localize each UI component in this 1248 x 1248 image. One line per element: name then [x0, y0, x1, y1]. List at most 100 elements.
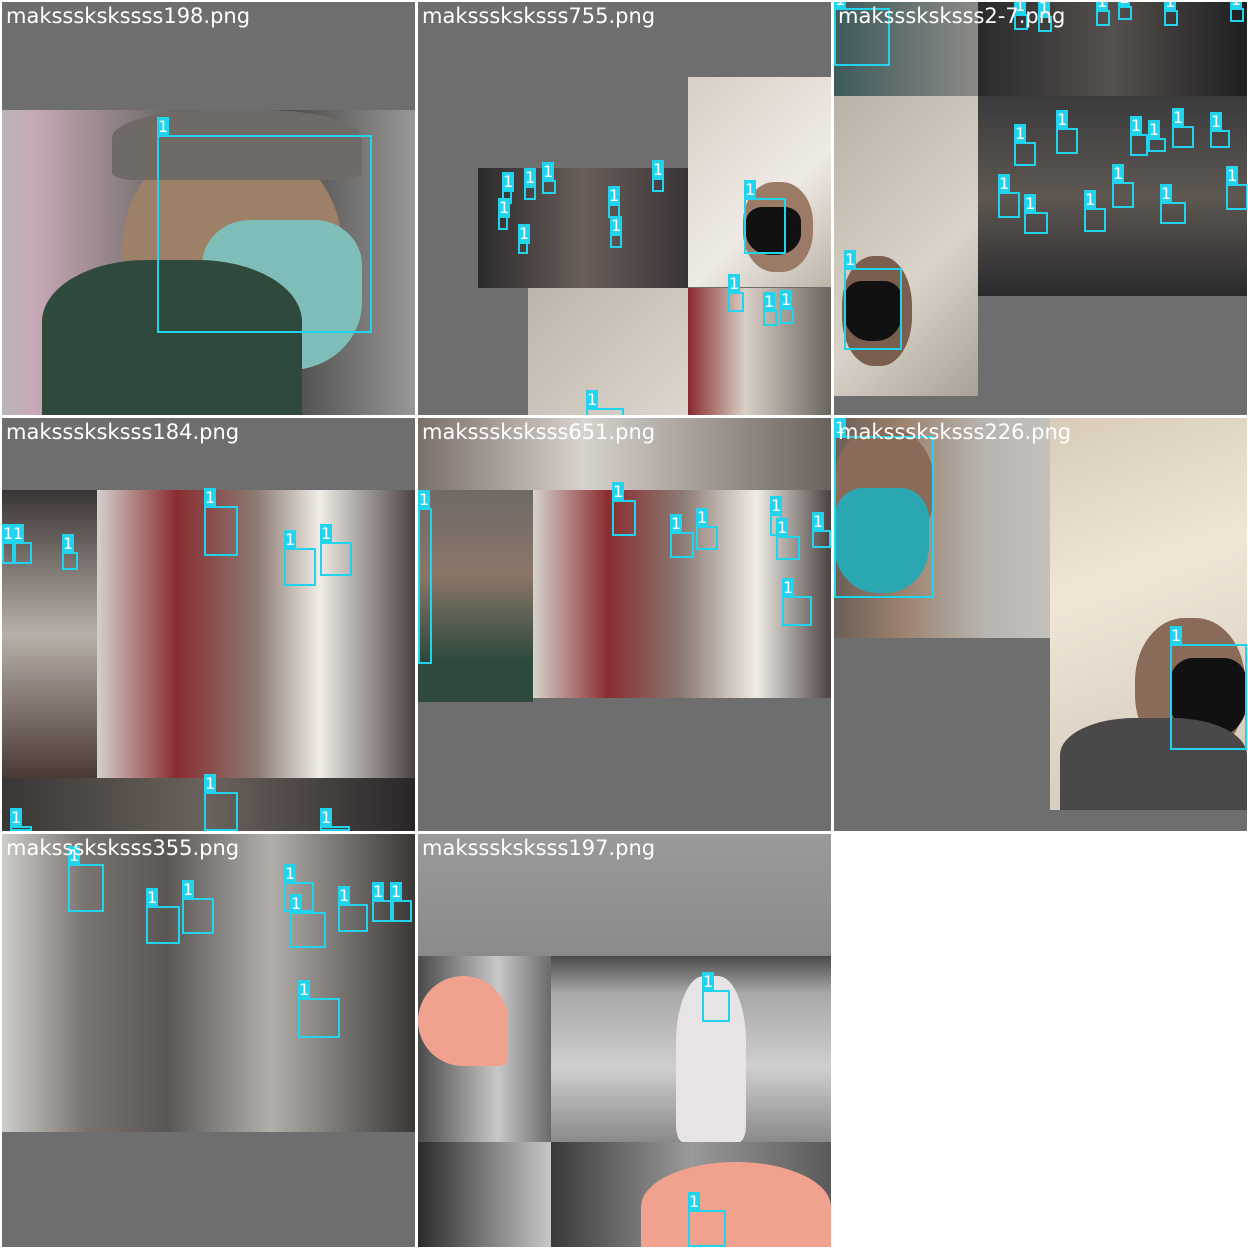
- detection-box: 1: [586, 390, 624, 415]
- detection-box: 1: [1170, 626, 1247, 750]
- class-label: 1: [284, 530, 297, 550]
- class-label: 1: [284, 864, 297, 884]
- class-label: 1: [1226, 166, 1239, 186]
- class-label: 1: [812, 512, 825, 532]
- class-label: 1: [696, 508, 709, 528]
- detection-box: 1: [670, 514, 694, 558]
- detection-box: 1: [284, 530, 316, 586]
- detection-box: 1: [1172, 108, 1194, 148]
- detection-box: 1: [1096, 2, 1110, 26]
- class-label: 1: [670, 514, 683, 534]
- class-label: 1: [586, 390, 599, 410]
- class-label: 1: [204, 488, 217, 508]
- class-label: 1: [518, 224, 531, 244]
- detection-box: 1: [182, 880, 214, 934]
- class-label: 1: [338, 886, 351, 906]
- detection-box: 1: [1230, 2, 1244, 22]
- class-label: 1: [390, 882, 403, 902]
- umbrella: [418, 976, 508, 1066]
- filename-label: maksssksksss197.png: [422, 836, 656, 860]
- detection-box: 1: [518, 224, 531, 254]
- detection-box: 1: [1112, 164, 1134, 208]
- class-label: 1: [728, 274, 741, 294]
- detection-box: 1: [776, 518, 800, 560]
- class-label: 1: [12, 524, 25, 544]
- umbrella: [641, 1162, 831, 1247]
- class-label: 1: [204, 774, 217, 794]
- class-label: 1: [157, 117, 170, 137]
- mosaic-tile-4: maksssksksss184.png 1 1 1 1 1 1 1 1 1: [2, 418, 415, 831]
- detection-box: 1: [1084, 190, 1106, 232]
- class-label: 1: [782, 578, 795, 598]
- class-label: 1: [1056, 110, 1069, 130]
- class-label: 1: [702, 972, 715, 992]
- detection-box: 1: [1130, 116, 1148, 156]
- class-label: 1: [298, 980, 311, 1000]
- class-label: 1: [1014, 124, 1027, 144]
- class-label: 1: [146, 888, 159, 908]
- mosaic-tile-2: maksssksksss755.png 1 1 1 1 1 1 1 1 1 1 …: [418, 2, 831, 415]
- detection-box: 1: [290, 894, 326, 948]
- photo-man-black-mask: [688, 77, 831, 287]
- detection-box: 1: [1024, 194, 1048, 234]
- class-label: 1: [418, 490, 431, 510]
- class-label: 1: [372, 882, 385, 902]
- class-label: 1: [320, 808, 333, 828]
- filename-label: maksssksksss184.png: [6, 420, 240, 444]
- photo-street-crowd: [688, 288, 831, 415]
- class-label: 1: [1118, 2, 1131, 8]
- class-label: 1: [998, 174, 1011, 194]
- class-label: 1: [744, 180, 757, 200]
- mosaic-tile-8: maksssksksss197.png 1 1: [418, 834, 831, 1247]
- class-label: 1: [612, 482, 625, 502]
- detection-box: 1: [782, 578, 812, 626]
- class-label: 1: [10, 808, 23, 828]
- detection-box: 1: [68, 846, 104, 912]
- class-label: 1: [1230, 2, 1243, 10]
- mosaic-tile-6: maksssksksss226.png 1 1: [834, 418, 1247, 831]
- class-label: 1: [1148, 120, 1161, 140]
- class-label: 1: [502, 172, 515, 192]
- filename-label: maksssksksss226.png: [838, 420, 1072, 444]
- class-label: 1: [763, 292, 776, 312]
- photo-man-black-mask: [1050, 418, 1247, 810]
- mosaic-tile-1: makssskskssss198.png 1: [2, 2, 415, 415]
- detection-box: 1: [204, 774, 238, 831]
- detection-box: 1: [998, 174, 1020, 218]
- detection-box: 1: [844, 250, 902, 350]
- detection-box: 1: [146, 888, 180, 944]
- class-label: 1: [524, 168, 537, 188]
- detection-box: 1: [524, 168, 537, 200]
- class-label: 1: [290, 894, 303, 914]
- class-label: 1: [1084, 190, 1097, 210]
- detection-box: 1: [688, 1192, 726, 1247]
- detection-box: 1: [1118, 2, 1132, 20]
- detection-box: 1: [320, 808, 350, 831]
- detection-box: 1: [498, 198, 511, 230]
- photo-queue-blurred: [97, 490, 415, 778]
- class-label: 1: [182, 880, 195, 900]
- detection-box: 1: [157, 117, 372, 333]
- detection-box: 1: [418, 490, 432, 664]
- class-label: 1: [1024, 194, 1037, 214]
- class-label: 1: [1130, 116, 1143, 136]
- class-label: 1: [542, 162, 555, 182]
- detection-box: 1: [1210, 112, 1230, 148]
- detection-box: 1: [12, 524, 32, 564]
- detection-box: 1: [298, 980, 340, 1038]
- filename-label: maksssksksss651.png: [422, 420, 656, 444]
- photo-street-bw: [418, 1142, 551, 1247]
- photo-ceiling: [528, 288, 688, 415]
- mosaic-tile-7: maksssksksss355.png 1 1 1 1 1 1 1 1 1: [2, 834, 415, 1247]
- class-label: 1: [1112, 164, 1125, 184]
- filename-label: maksssksksss355.png: [6, 836, 240, 860]
- photo-person-ppe: [551, 956, 831, 1142]
- detection-box: 1: [1148, 120, 1166, 152]
- detection-box: 1: [204, 488, 238, 556]
- filename-label: makssskskssss198.png: [6, 4, 251, 28]
- detection-box: 1: [62, 534, 78, 570]
- photo-masked-man-crop: [418, 490, 533, 702]
- detection-box: 1: [1226, 166, 1247, 210]
- detection-box: 1: [542, 162, 556, 194]
- mosaic-tile-5: maksssksksss651.png 1 1 1 1 1 1 1 1: [418, 418, 831, 831]
